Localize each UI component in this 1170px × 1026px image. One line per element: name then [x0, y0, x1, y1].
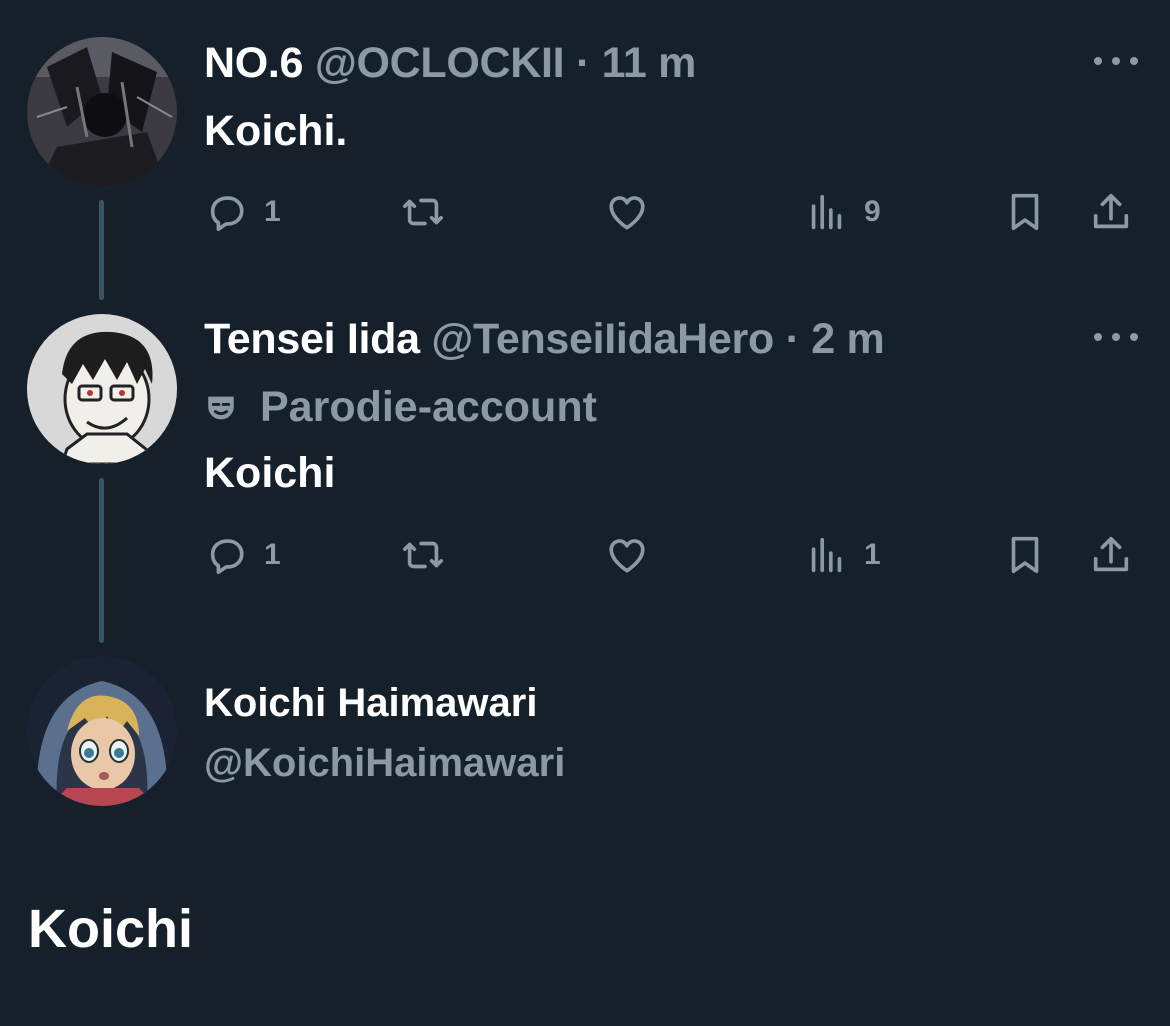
like-button[interactable]: [604, 530, 650, 580]
separator-dot: ·: [785, 315, 800, 363]
repost-button[interactable]: [400, 530, 446, 580]
views-count: 1: [864, 538, 881, 571]
post-text: Koichi: [204, 449, 336, 497]
reply-button[interactable]: 1: [204, 530, 281, 580]
views-button[interactable]: 9: [804, 187, 881, 237]
user-handle[interactable]: @TenseiIidaHero: [431, 315, 774, 363]
post-header: Tensei Iida @TenseiIidaHero · 2 m: [204, 315, 885, 363]
post-time[interactable]: 2 m: [811, 315, 885, 363]
parody-label-text: Parodie-account: [260, 383, 597, 431]
more-options-icon[interactable]: [1094, 54, 1138, 68]
repost-button[interactable]: [400, 187, 446, 237]
main-post-text: Koichi: [28, 899, 194, 959]
post-text: Koichi.: [204, 107, 348, 155]
theater-mask-icon: [208, 396, 234, 419]
views-count: 9: [864, 195, 881, 228]
display-name[interactable]: Tensei Iida: [204, 315, 420, 363]
hooded-anime-avatar-icon: [27, 656, 177, 806]
views-button[interactable]: 1: [804, 530, 881, 580]
share-icon: [1093, 536, 1129, 572]
account-label: Parodie-account: [204, 386, 597, 429]
main-user-handle[interactable]: @KoichiHaimawari: [204, 743, 565, 783]
share-button[interactable]: [1088, 530, 1134, 580]
avatar[interactable]: [27, 37, 177, 187]
share-button[interactable]: [1088, 187, 1134, 237]
reply-count: 1: [264, 195, 281, 228]
thread-line: [99, 200, 104, 300]
display-name[interactable]: NO.6: [204, 39, 303, 87]
user-handle[interactable]: @OCLOCKII: [315, 39, 565, 87]
post-time[interactable]: 11 m: [602, 39, 697, 87]
share-icon: [1093, 193, 1129, 229]
reply-icon: [210, 196, 244, 232]
bookmark-icon: [1011, 536, 1039, 574]
reply-icon: [210, 539, 244, 575]
bookmark-button[interactable]: [1002, 187, 1048, 237]
reply-button[interactable]: 1: [204, 187, 281, 237]
separator-dot: ·: [575, 39, 590, 87]
thread-line: [99, 478, 104, 643]
post-header: NO.6 @OCLOCKII · 11 m: [204, 42, 696, 85]
action-bar: 1 9: [204, 187, 1140, 237]
more-options-icon[interactable]: [1094, 330, 1138, 344]
action-bar: 1 1: [204, 530, 1140, 580]
bookmark-button[interactable]: [1002, 530, 1048, 580]
avatar[interactable]: [27, 314, 177, 464]
heart-icon: [609, 539, 645, 573]
avatar[interactable]: [27, 656, 177, 806]
repost-icon: [402, 541, 444, 569]
bookmark-icon: [1011, 193, 1039, 231]
views-chart-icon: [811, 194, 842, 230]
views-chart-icon: [811, 537, 842, 573]
thread-view: NO.6 @OCLOCKII · 11 m Koichi. 1 9 Tensei…: [0, 0, 1170, 1026]
like-button[interactable]: [604, 187, 650, 237]
heart-icon: [609, 196, 645, 230]
reply-count: 1: [264, 538, 281, 571]
sketch-avatar-icon: [27, 314, 177, 464]
repost-icon: [402, 198, 444, 226]
main-display-name[interactable]: Koichi Haimawari: [204, 683, 537, 723]
dark-manga-avatar-icon: [27, 37, 177, 187]
